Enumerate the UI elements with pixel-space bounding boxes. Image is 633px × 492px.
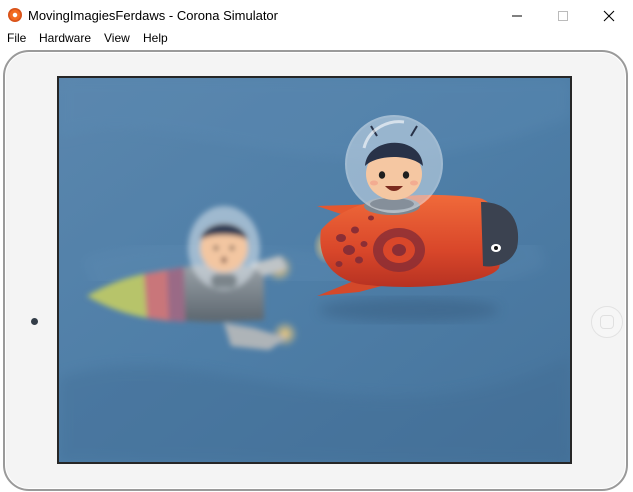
- close-button[interactable]: [586, 0, 632, 31]
- menu-view[interactable]: View: [104, 31, 130, 45]
- close-icon: [603, 10, 615, 21]
- menu-help[interactable]: Help: [143, 31, 168, 45]
- menu-bar: File Hardware View Help: [0, 31, 633, 47]
- scene-canvas: [59, 78, 570, 462]
- maximize-icon: [558, 10, 568, 21]
- minimize-button[interactable]: [494, 0, 540, 31]
- home-button[interactable]: [591, 306, 623, 338]
- simulator-screen[interactable]: [57, 76, 572, 464]
- home-button-icon: [600, 315, 614, 329]
- menu-hardware[interactable]: Hardware: [39, 31, 91, 45]
- corona-app-icon: [8, 8, 22, 22]
- camera-dot: [31, 318, 38, 325]
- window-title: MovingImagiesFerdaws - Corona Simulator: [28, 8, 278, 23]
- maximize-button[interactable]: [540, 0, 586, 31]
- title-bar: MovingImagiesFerdaws - Corona Simulator: [0, 0, 633, 31]
- minimize-icon: [512, 15, 522, 16]
- menu-file[interactable]: File: [7, 31, 26, 45]
